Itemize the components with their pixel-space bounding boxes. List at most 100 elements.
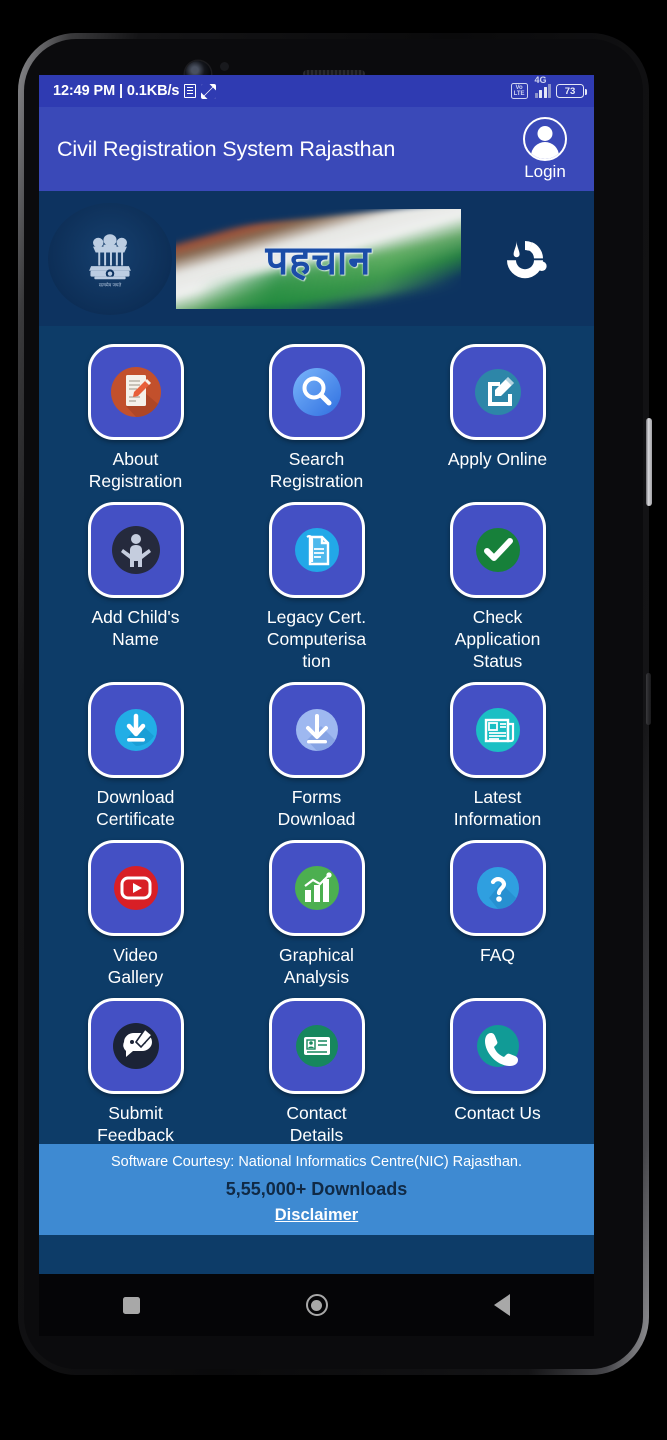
grid-item-check-application-status[interactable]: Check Application Status [407, 492, 588, 672]
sync-icon [201, 83, 217, 99]
tile-legacy-cert [268, 502, 365, 598]
volte-icon: Vo LTE [510, 82, 528, 100]
grid-item-label: Forms Download [277, 787, 356, 829]
grid-item-label: Contact Details [286, 1103, 347, 1145]
grid-item-forms-download[interactable]: Forms Download [226, 672, 407, 830]
battery-percent-label: 73 [564, 85, 576, 97]
menu-grid: About Registration Search Registration A… [39, 326, 594, 1146]
banner: सत्यमेव जयते पहचान [39, 191, 594, 326]
document-icon [184, 84, 197, 98]
grid-item-contact-details[interactable]: Contact Details [226, 988, 407, 1146]
grid-item-label: Legacy Cert. Computerisa tion [266, 607, 367, 671]
tile-contact-details [268, 998, 365, 1094]
grid-item-latest-information[interactable]: Latest Information [407, 672, 588, 830]
download-arrow-icon [295, 709, 338, 751]
grid-item-label: Latest Information [453, 787, 542, 829]
tile-graphical-analysis [268, 840, 365, 936]
volte-line-2: LTE [513, 91, 525, 97]
tile-latest-information [449, 682, 546, 778]
question-mark-icon [476, 867, 519, 909]
footer: Software Courtesy: National Informatics … [39, 1144, 594, 1235]
scroll-document-icon [294, 528, 339, 572]
grid-item-graphical-analysis[interactable]: Graphical Analysis [226, 830, 407, 988]
status-bar-left: 12:49 PM | 0.1KB/s [53, 83, 217, 99]
phone-screen: 12:49 PM | 0.1KB/s Vo LTE 4G 73 Civil Re… [39, 75, 594, 1274]
status-bar: 12:49 PM | 0.1KB/s Vo LTE 4G 73 [39, 75, 594, 107]
download-icon [114, 709, 157, 751]
document-pencil-icon [110, 367, 161, 418]
volume-button[interactable] [646, 673, 651, 725]
home-circle-icon [305, 1294, 328, 1316]
grid-item-download-certificate[interactable]: Download Certificate [45, 672, 226, 830]
grid-item-faq[interactable]: FAQ [407, 830, 588, 988]
grid-item-contact-us[interactable]: Contact Us [407, 988, 588, 1146]
magnifier-icon [292, 368, 341, 416]
recents-square-icon [123, 1296, 140, 1314]
grid-item-label: Contact Us [454, 1103, 541, 1123]
login-button[interactable]: Login [504, 116, 586, 182]
feedback-chat-icon [112, 1023, 159, 1069]
tile-video-gallery [87, 840, 184, 936]
login-label: Login [524, 161, 566, 181]
newspaper-icon [475, 708, 520, 752]
power-button[interactable] [646, 418, 652, 506]
pehchan-flag-banner: पहचान [176, 208, 461, 309]
status-bar-right: Vo LTE 4G 73 [510, 75, 587, 100]
tile-apply-online [449, 344, 546, 440]
tile-about-registration [87, 344, 184, 440]
tile-search-registration [268, 344, 365, 440]
signal-strength-icon: 4G [533, 75, 551, 98]
back-button[interactable] [467, 1285, 537, 1325]
grid-item-label: Search Registration [269, 449, 364, 491]
grid-item-label: Download Certificate [96, 787, 175, 829]
tile-download-certificate [87, 682, 184, 778]
phone-icon [476, 1025, 519, 1067]
network-type-label: 4G [534, 75, 547, 85]
grid-item-label: Submit Feedback [97, 1103, 174, 1145]
edit-square-icon [474, 369, 521, 415]
youtube-play-icon [113, 866, 158, 910]
grid-item-label: FAQ [479, 945, 515, 965]
tile-check-status [449, 502, 546, 598]
grid-item-label: Add Child's Name [91, 607, 180, 649]
disclaimer-link[interactable]: Disclaimer [275, 1206, 358, 1225]
svg-text:सत्यमेव जयते: सत्यमेव जयते [99, 281, 122, 288]
bar-chart-icon [294, 866, 339, 910]
tile-contact-us [449, 998, 546, 1094]
grid-item-label: Video Gallery [107, 945, 164, 987]
volte-line-1: Vo [515, 84, 523, 91]
tile-forms-download [268, 682, 365, 778]
user-avatar-icon [523, 116, 567, 161]
crs-swirl-logo-icon [465, 203, 585, 315]
grid-item-label: About Registration [88, 449, 183, 491]
grid-item-legacy-cert-computerisation[interactable]: Legacy Cert. Computerisa tion [226, 492, 407, 672]
grid-item-about-registration[interactable]: About Registration [45, 334, 226, 492]
grid-item-apply-online[interactable]: Apply Online [407, 334, 588, 492]
ashoka-emblem-icon: सत्यमेव जयते [48, 202, 172, 315]
id-card-icon [295, 1025, 338, 1067]
back-triangle-icon [493, 1294, 510, 1316]
battery-icon: 73 [556, 84, 587, 98]
footer-courtesy-text: Software Courtesy: National Informatics … [111, 1154, 522, 1170]
footer-downloads-count: 5,55,000+ Downloads [225, 1179, 408, 1199]
pehchan-title: पहचान [265, 238, 372, 284]
grid-item-add-childs-name[interactable]: Add Child's Name [45, 492, 226, 672]
app-bar: Civil Registration System Rajasthan Logi… [39, 107, 594, 191]
grid-item-label: Graphical Analysis [279, 945, 354, 987]
grid-item-label: Check Application Status [454, 607, 541, 671]
grid-item-video-gallery[interactable]: Video Gallery [45, 830, 226, 988]
tile-add-childs-name [87, 502, 184, 598]
home-button[interactable] [282, 1285, 352, 1325]
check-circle-icon [475, 528, 520, 572]
child-icon [111, 526, 160, 574]
grid-item-search-registration[interactable]: Search Registration [226, 334, 407, 492]
tile-faq [449, 840, 546, 936]
tile-submit-feedback [87, 998, 184, 1094]
page-title: Civil Registration System Rajasthan [57, 136, 396, 161]
grid-item-submit-feedback[interactable]: Submit Feedback [45, 988, 226, 1146]
recents-button[interactable] [97, 1285, 167, 1325]
grid-item-label: Apply Online [447, 449, 548, 469]
proximity-sensor [220, 62, 229, 71]
android-nav-bar [39, 1274, 594, 1336]
status-time-speed: 12:49 PM | 0.1KB/s [53, 83, 180, 99]
